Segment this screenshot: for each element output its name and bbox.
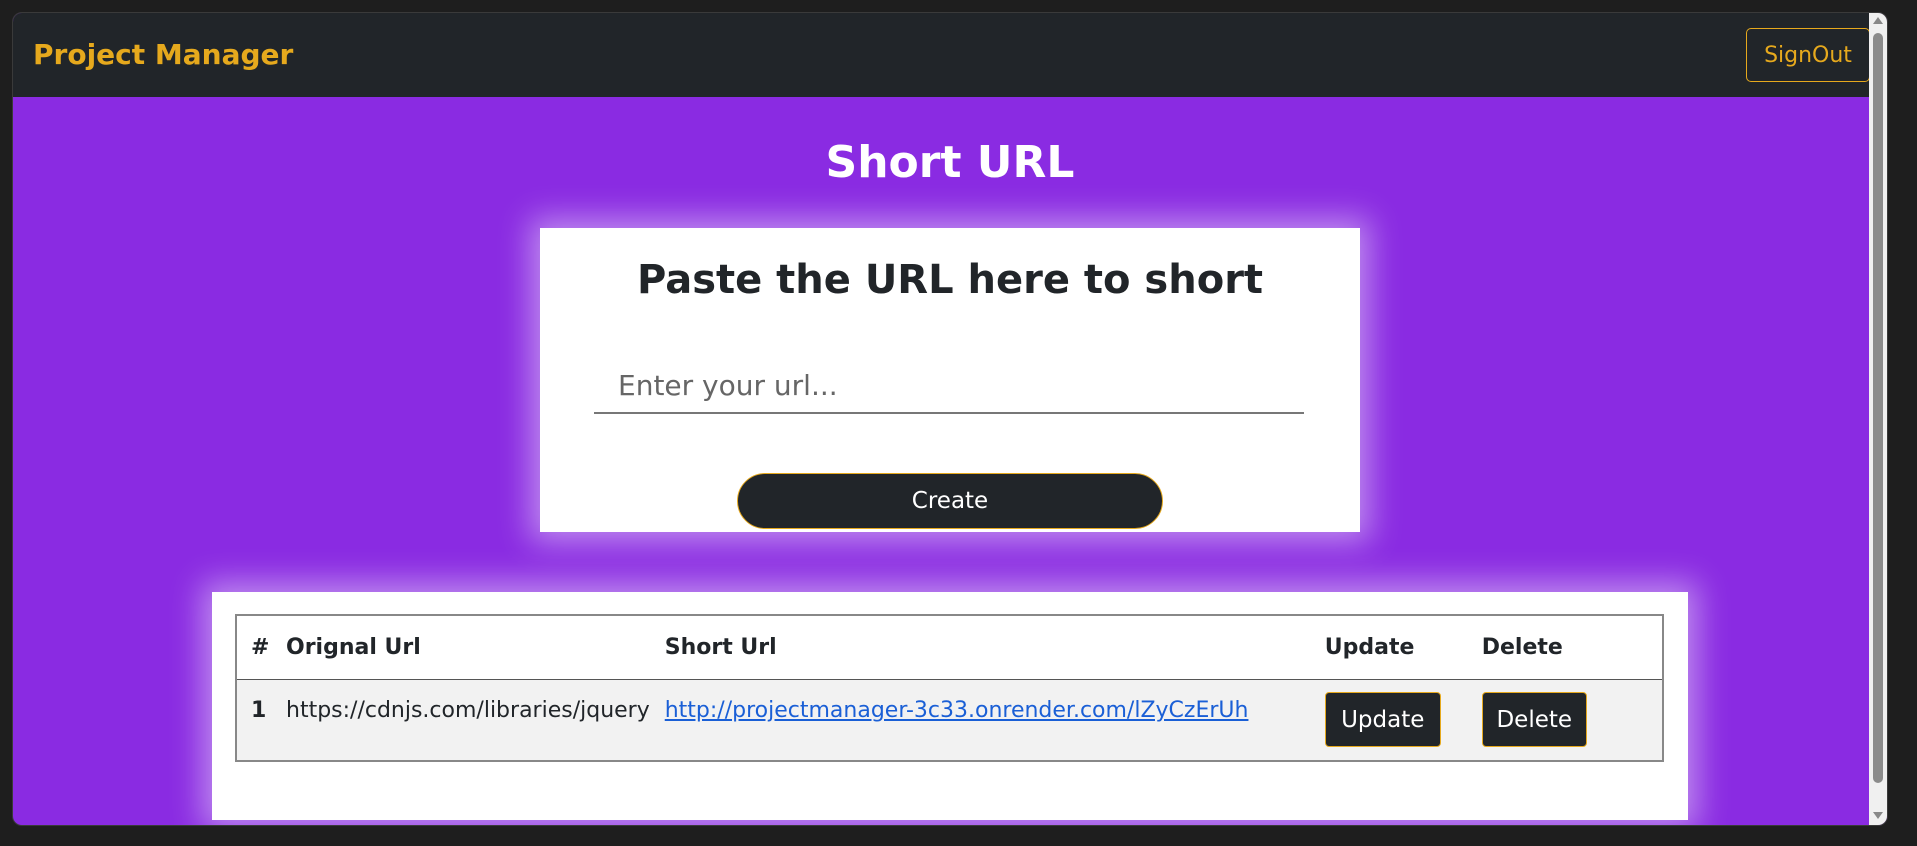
scroll-thumb[interactable] — [1873, 33, 1883, 783]
signout-button[interactable]: SignOut — [1746, 28, 1870, 82]
delete-button[interactable]: Delete — [1481, 692, 1587, 747]
scroll-up-icon[interactable] — [1873, 17, 1883, 24]
header-update: Update — [1310, 615, 1468, 680]
short-url-cell: http://projectmanager-3c33.onrender.com/… — [650, 679, 1311, 761]
navbar: Project Manager SignOut — [13, 13, 1887, 97]
header-short-url: Short Url — [650, 615, 1311, 680]
url-table-card: # Orignal Url Short Url Update Delete 1 … — [212, 592, 1688, 820]
page-title: Short URL — [825, 137, 1075, 188]
short-url-link[interactable]: http://projectmanager-3c33.onrender.com/… — [665, 698, 1249, 723]
table-row: 1 https://cdnjs.com/libraries/jquery htt… — [236, 679, 1663, 761]
vertical-scrollbar[interactable] — [1869, 13, 1887, 825]
scroll-down-icon[interactable] — [1873, 812, 1883, 819]
url-table: # Orignal Url Short Url Update Delete 1 … — [235, 614, 1664, 762]
url-input[interactable] — [594, 358, 1304, 414]
form-heading: Paste the URL here to short — [636, 257, 1264, 303]
header-original-url: Orignal Url — [272, 615, 651, 680]
table-header-row: # Orignal Url Short Url Update Delete — [236, 615, 1663, 680]
browser-window: Project Manager SignOut Short URL Paste … — [12, 12, 1888, 826]
row-number: 1 — [236, 679, 272, 761]
update-button[interactable]: Update — [1324, 692, 1441, 747]
update-cell: Update — [1310, 679, 1468, 761]
header-num: # — [236, 615, 272, 680]
create-button[interactable]: Create — [737, 473, 1163, 529]
shorten-form-card: Paste the URL here to short Create — [540, 228, 1360, 532]
original-url-cell: https://cdnjs.com/libraries/jquery — [272, 679, 651, 761]
brand-title[interactable]: Project Manager — [33, 39, 293, 71]
header-delete: Delete — [1467, 615, 1663, 680]
delete-cell: Delete — [1467, 679, 1663, 761]
